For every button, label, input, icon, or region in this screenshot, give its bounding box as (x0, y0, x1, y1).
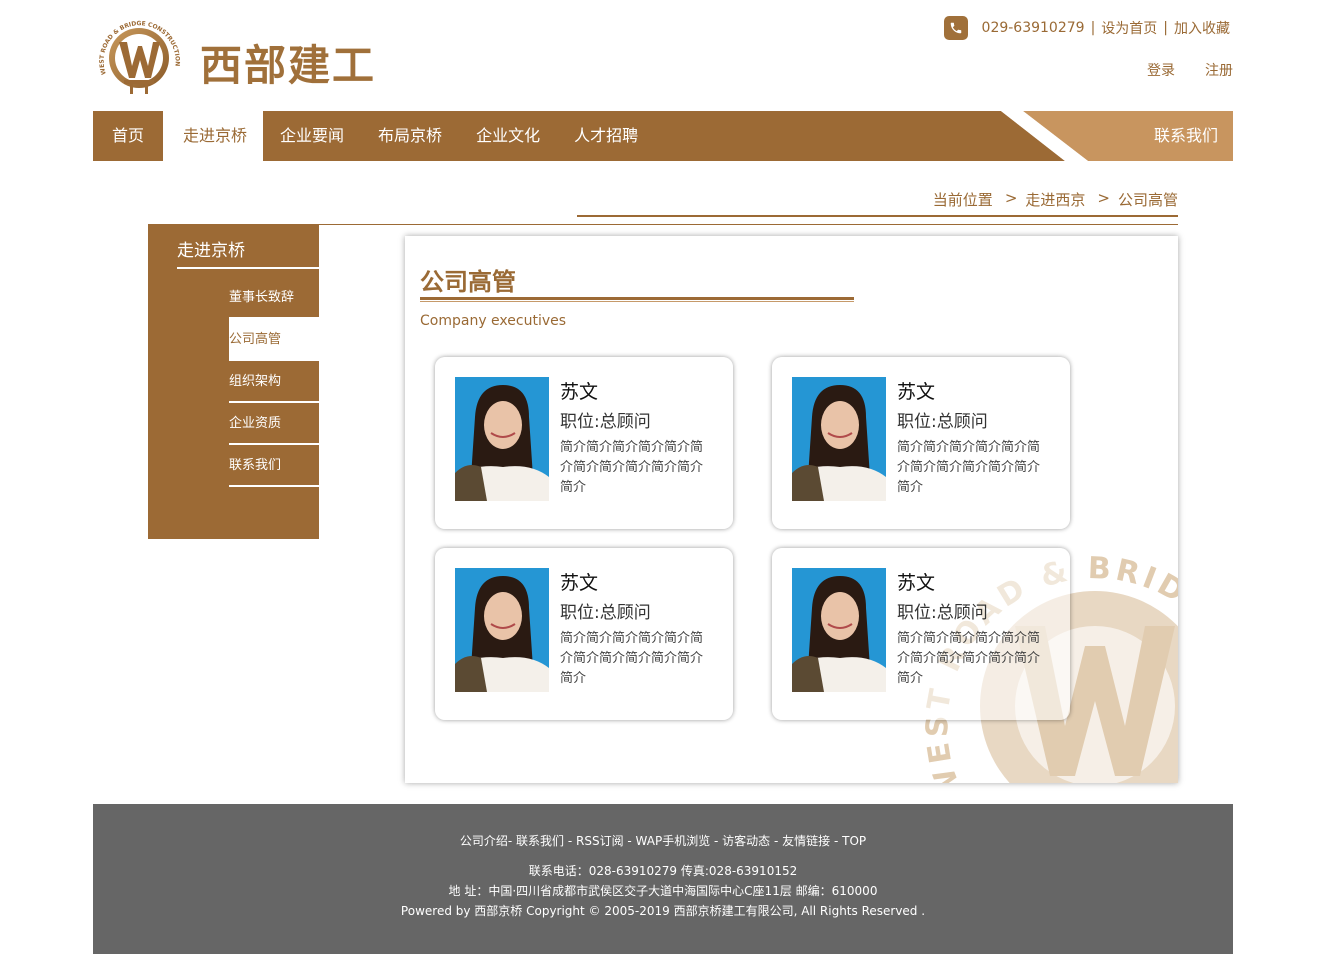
executive-name: 苏文 (897, 381, 936, 403)
sidebar-item-contact[interactable]: 联系我们 (229, 445, 319, 487)
executive-role: 职位:总顾问 (560, 603, 651, 623)
nav-item-about[interactable]: 走进京桥 (163, 111, 264, 161)
sidebar-item-qualification[interactable]: 企业资质 (229, 403, 319, 445)
title-underline (420, 297, 854, 300)
set-home-link[interactable]: 设为首页 (1101, 18, 1157, 38)
footer-link-visitors[interactable]: 访客动态 (722, 834, 770, 848)
bookmark-link[interactable]: 加入收藏 (1174, 18, 1230, 38)
executive-card[interactable]: 苏文 职位:总顾问 简介简介简介简介简介简介简介简介简介简介简介简介 (435, 357, 733, 529)
footer-links: 公司介绍- 联系我们 - RSS订阅 - WAP手机浏览 - 访客动态 - 友情… (459, 834, 867, 848)
executive-card[interactable]: 苏文 职位:总顾问 简介简介简介简介简介简介简介简介简介简介简介简介 (772, 357, 1070, 529)
breadcrumb-separator: > (1097, 189, 1110, 207)
footer: 公司介绍- 联系我们 - RSS订阅 - WAP手机浏览 - 访客动态 - 友情… (93, 804, 1233, 954)
executive-photo (792, 377, 886, 501)
executive-description: 简介简介简介简介简介简介简介简介简介简介简介简介 (560, 440, 704, 495)
register-link[interactable]: 注册 (1205, 60, 1233, 80)
main-nav: 首页 走进京桥 企业要闻 布局京桥 企业文化 人才招聘 联系我们 (93, 111, 1233, 161)
executive-description: 简介简介简介简介简介简介简介简介简介简介简介简介 (897, 631, 1041, 686)
nav-item-layout[interactable]: 布局京桥 (361, 111, 459, 161)
phone-icon (943, 16, 968, 40)
nav-item-news[interactable]: 企业要闻 (263, 111, 361, 161)
executive-photo (792, 568, 886, 692)
footer-phone: 联系电话：028-63910279 传真:028-63910152 (528, 864, 798, 878)
executive-role: 职位:总顾问 (560, 412, 651, 432)
phone-number: 029-63910279 (981, 20, 1085, 36)
breadcrumb-level1[interactable]: 走进西京 (1025, 189, 1085, 210)
nav-item-home[interactable]: 首页 (93, 111, 163, 161)
brand-name: 西部建工 (200, 41, 377, 90)
executive-role: 职位:总顾问 (897, 412, 988, 432)
account-links: 登录 注册 (1147, 60, 1233, 80)
breadcrumb-underline (577, 215, 1178, 217)
sidebar: 走进京桥 董事长致辞 公司高管 组织架构 企业资质 联系我们 (148, 224, 319, 539)
executive-description: 简介简介简介简介简介简介简介简介简介简介简介简介 (560, 631, 704, 686)
executive-card[interactable]: 苏文 职位:总顾问 简介简介简介简介简介简介简介简介简介简介简介简介 (772, 548, 1070, 720)
executive-role: 职位:总顾问 (897, 603, 988, 623)
login-link[interactable]: 登录 (1147, 60, 1175, 80)
executive-card[interactable]: 苏文 职位:总顾问 简介简介简介简介简介简介简介简介简介简介简介简介 (435, 548, 733, 720)
footer-copyright: Powered by 西部京桥 Copyright © 2005-2019 西部… (400, 904, 926, 918)
breadcrumb: 当前位置 > 走进西京 > 公司高管 (933, 189, 1178, 210)
breadcrumb-level2[interactable]: 公司高管 (1118, 189, 1178, 210)
nav-item-culture[interactable]: 企业文化 (459, 111, 557, 161)
logo-emblem-icon: WEST ROAD & BRIDGE CONSTRUCTION (99, 20, 181, 94)
page-title: 公司高管 (420, 268, 516, 296)
sidebar-title: 走进京桥 (177, 241, 245, 261)
sidebar-item-structure[interactable]: 组织架构 (229, 361, 319, 403)
executive-name: 苏文 (560, 572, 599, 594)
executive-name: 苏文 (897, 572, 936, 594)
footer-link-friends[interactable]: 友情链接 (782, 834, 830, 848)
executive-photo (455, 377, 549, 501)
logo[interactable]: WEST ROAD & BRIDGE CONSTRUCTION 西部建工 (94, 14, 404, 98)
nav-contact-link[interactable]: 联系我们 (1154, 111, 1218, 161)
footer-link-wap[interactable]: WAP手机浏览 (636, 834, 711, 848)
page-subtitle: Company executives (420, 313, 567, 329)
sidebar-item-chairman[interactable]: 董事长致辞 (229, 277, 319, 319)
footer-address: 地 址：中国·四川省成都市武侯区交子大道中海国际中心C座11层 邮编：61000… (448, 884, 878, 898)
nav-item-careers[interactable]: 人才招聘 (557, 111, 655, 161)
footer-link-top[interactable]: TOP (842, 834, 866, 848)
sidebar-item-executives[interactable]: 公司高管 (229, 319, 319, 361)
content-panel: WEST ROAD & BRIDGE CONSTRUCTION 公司高管 Com… (405, 236, 1178, 783)
footer-link-rss[interactable]: RSS订阅 (576, 834, 624, 848)
executive-description: 简介简介简介简介简介简介简介简介简介简介简介简介 (897, 440, 1041, 495)
executive-name: 苏文 (560, 381, 599, 403)
title-underline-thin (420, 301, 854, 302)
top-contact-bar: 029-63910279 | 设为首页 | 加入收藏 (943, 16, 1230, 40)
footer-link-contact[interactable]: 联系我们 (516, 834, 564, 848)
footer-link-about[interactable]: 公司介绍 (460, 834, 508, 848)
executive-photo (455, 568, 549, 692)
sidebar-title-divider (177, 267, 319, 269)
breadcrumb-separator: > (1004, 189, 1018, 207)
breadcrumb-label: 当前位置 (932, 191, 993, 209)
